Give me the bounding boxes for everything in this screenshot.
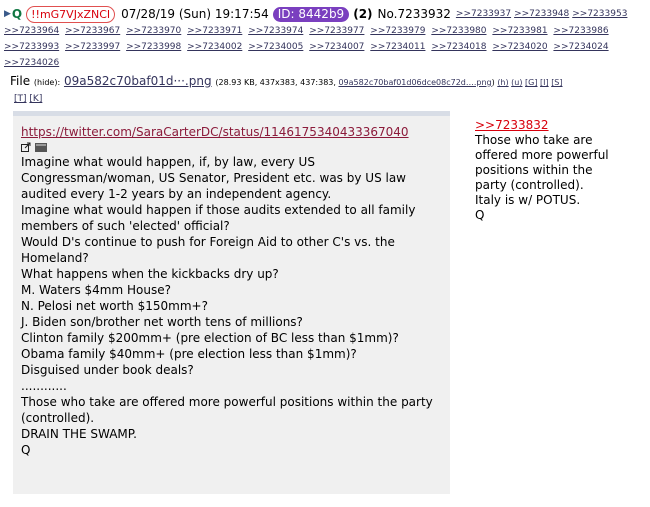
comment-line: offered more powerful xyxy=(475,148,609,162)
image-top-bar xyxy=(13,111,450,116)
poster-name: Q xyxy=(11,7,23,21)
backlink[interactable]: >>7234024 xyxy=(553,42,608,52)
image-text-line: M. Waters $4mm House? xyxy=(21,283,171,297)
file-action-s[interactable]: [S] xyxy=(551,78,562,87)
comment-line: Those who take are xyxy=(475,133,593,147)
image-text-line: Q xyxy=(21,443,31,457)
backlink[interactable]: >>7233974 xyxy=(248,26,303,36)
posted-image[interactable]: https://twitter.com/SaraCarterDC/status/… xyxy=(13,111,450,494)
file-action-h[interactable]: (h) xyxy=(497,78,508,87)
backlink[interactable]: >>7233979 xyxy=(370,26,425,36)
image-text-line: Imagine what would happen, if, by law, e… xyxy=(21,155,315,169)
file-info: File (hide): 09a582c70baf01d···.png (28.… xyxy=(10,74,563,88)
post-datetime: 07/28/19 (Sun) 19:17:54 xyxy=(121,7,269,21)
comment-line: party (controlled). xyxy=(475,178,584,192)
tripcode: !!mG7VJxZNCI xyxy=(26,6,116,23)
image-text-line: Obama family $40mm+ (pre election less t… xyxy=(21,347,357,361)
image-text-line: J. Biden son/brother net worth tens of m… xyxy=(21,315,303,329)
image-text-line: Those who take are offered more powerful… xyxy=(21,395,433,409)
file-action-k[interactable]: [K] xyxy=(29,94,42,104)
backlink[interactable]: >>7233993 xyxy=(4,42,59,52)
backlink[interactable]: >>7233953 xyxy=(572,7,627,22)
image-text-line: What happens when the kickbacks dry up? xyxy=(21,267,279,281)
file-fullname-link[interactable]: 09a582c70baf01d06dce08c72d….png xyxy=(338,78,491,87)
image-text-line: N. Pelosi net worth $150mm+? xyxy=(21,299,208,313)
backlink[interactable]: >>7234018 xyxy=(431,42,486,52)
image-text-line: Clinton family $200mm+ (pre election of … xyxy=(21,331,399,345)
backlink[interactable]: >>7233977 xyxy=(309,26,364,36)
file-action-g[interactable]: [G] xyxy=(525,78,537,87)
backlink[interactable]: >>7234020 xyxy=(492,42,547,52)
poster-id-badge[interactable]: ID: 8442b9 xyxy=(272,7,350,22)
backlink[interactable]: >>7233980 xyxy=(431,26,486,36)
poster-id-count: (2) xyxy=(353,7,373,21)
file-dimensions: (28.93 KB, 437x383, 437:383, xyxy=(215,78,339,87)
backlink[interactable]: >>7233998 xyxy=(126,42,181,52)
link-icons xyxy=(21,140,446,154)
comment-line: positions within the xyxy=(475,163,593,177)
backlink[interactable]: >>7233986 xyxy=(553,26,608,36)
backlink[interactable]: >>7234005 xyxy=(248,42,303,52)
post-comment: >>7233832 Those who take are offered mor… xyxy=(475,118,635,223)
file-info-end: ) xyxy=(491,78,495,87)
comment-line: Italy is w/ POTUS. xyxy=(475,193,581,207)
comment-line: Q xyxy=(475,208,485,222)
backlinks: >>7233964 >>7233967 >>7233970 >>7233971 … xyxy=(4,23,644,71)
backlink[interactable]: >>7233937 xyxy=(456,7,511,22)
quote-link[interactable]: >>7233832 xyxy=(475,118,549,132)
tweet-link: https://twitter.com/SaraCarterDC/status/… xyxy=(21,125,409,139)
hide-file-link[interactable]: (hide): xyxy=(34,78,60,87)
image-text-line: Homeland? xyxy=(21,251,89,265)
image-text: https://twitter.com/SaraCarterDC/status/… xyxy=(21,124,446,458)
image-text-line: Congressman/woman, US Senator, President… xyxy=(21,171,406,185)
backlink[interactable]: >>7233964 xyxy=(4,26,59,36)
image-text-line: Disguised under book deals? xyxy=(21,363,194,377)
file-label: File xyxy=(10,74,31,88)
image-text-line: members of such 'elected' official? xyxy=(21,219,230,233)
backlink[interactable]: >>7234007 xyxy=(309,42,364,52)
file-actions-row2: [T] [K] xyxy=(14,94,42,104)
image-text-line: ............ xyxy=(21,379,67,393)
backlink[interactable]: >>7234026 xyxy=(4,58,59,68)
backlink[interactable]: >>7233970 xyxy=(126,26,181,36)
backlink[interactable]: >>7233948 xyxy=(514,7,569,22)
image-text-line: DRAIN THE SWAMP. xyxy=(21,427,137,441)
file-action-t[interactable]: [T] xyxy=(14,94,27,104)
post-menu-arrow-icon[interactable]: ▶ xyxy=(4,7,11,22)
file-action-u[interactable]: (u) xyxy=(511,78,522,87)
post-header: ▶ Q !!mG7VJxZNCI 07/28/19 (Sun) 19:17:54… xyxy=(4,6,644,71)
backlink[interactable]: >>7233967 xyxy=(65,26,120,36)
image-text-line: (controlled). xyxy=(21,411,95,425)
backlink[interactable]: >>7233981 xyxy=(492,26,547,36)
backlink[interactable]: >>7233997 xyxy=(65,42,120,52)
backlink[interactable]: >>7233971 xyxy=(187,26,242,36)
post-number[interactable]: No.7233932 xyxy=(378,7,451,22)
image-text-line: Would D's continue to push for Foreign A… xyxy=(21,235,395,249)
post-meta: ▶ Q !!mG7VJxZNCI 07/28/19 (Sun) 19:17:54… xyxy=(4,6,644,23)
backlink[interactable]: >>7234011 xyxy=(370,42,425,52)
file-name-link[interactable]: 09a582c70baf01d···.png xyxy=(64,74,212,88)
file-action-i[interactable]: [I] xyxy=(540,78,549,87)
image-text-line: Imagine what would happen if those audit… xyxy=(21,203,416,217)
image-text-line: audited every 1-2 years by an independen… xyxy=(21,187,332,201)
backlink[interactable]: >>7234002 xyxy=(187,42,242,52)
